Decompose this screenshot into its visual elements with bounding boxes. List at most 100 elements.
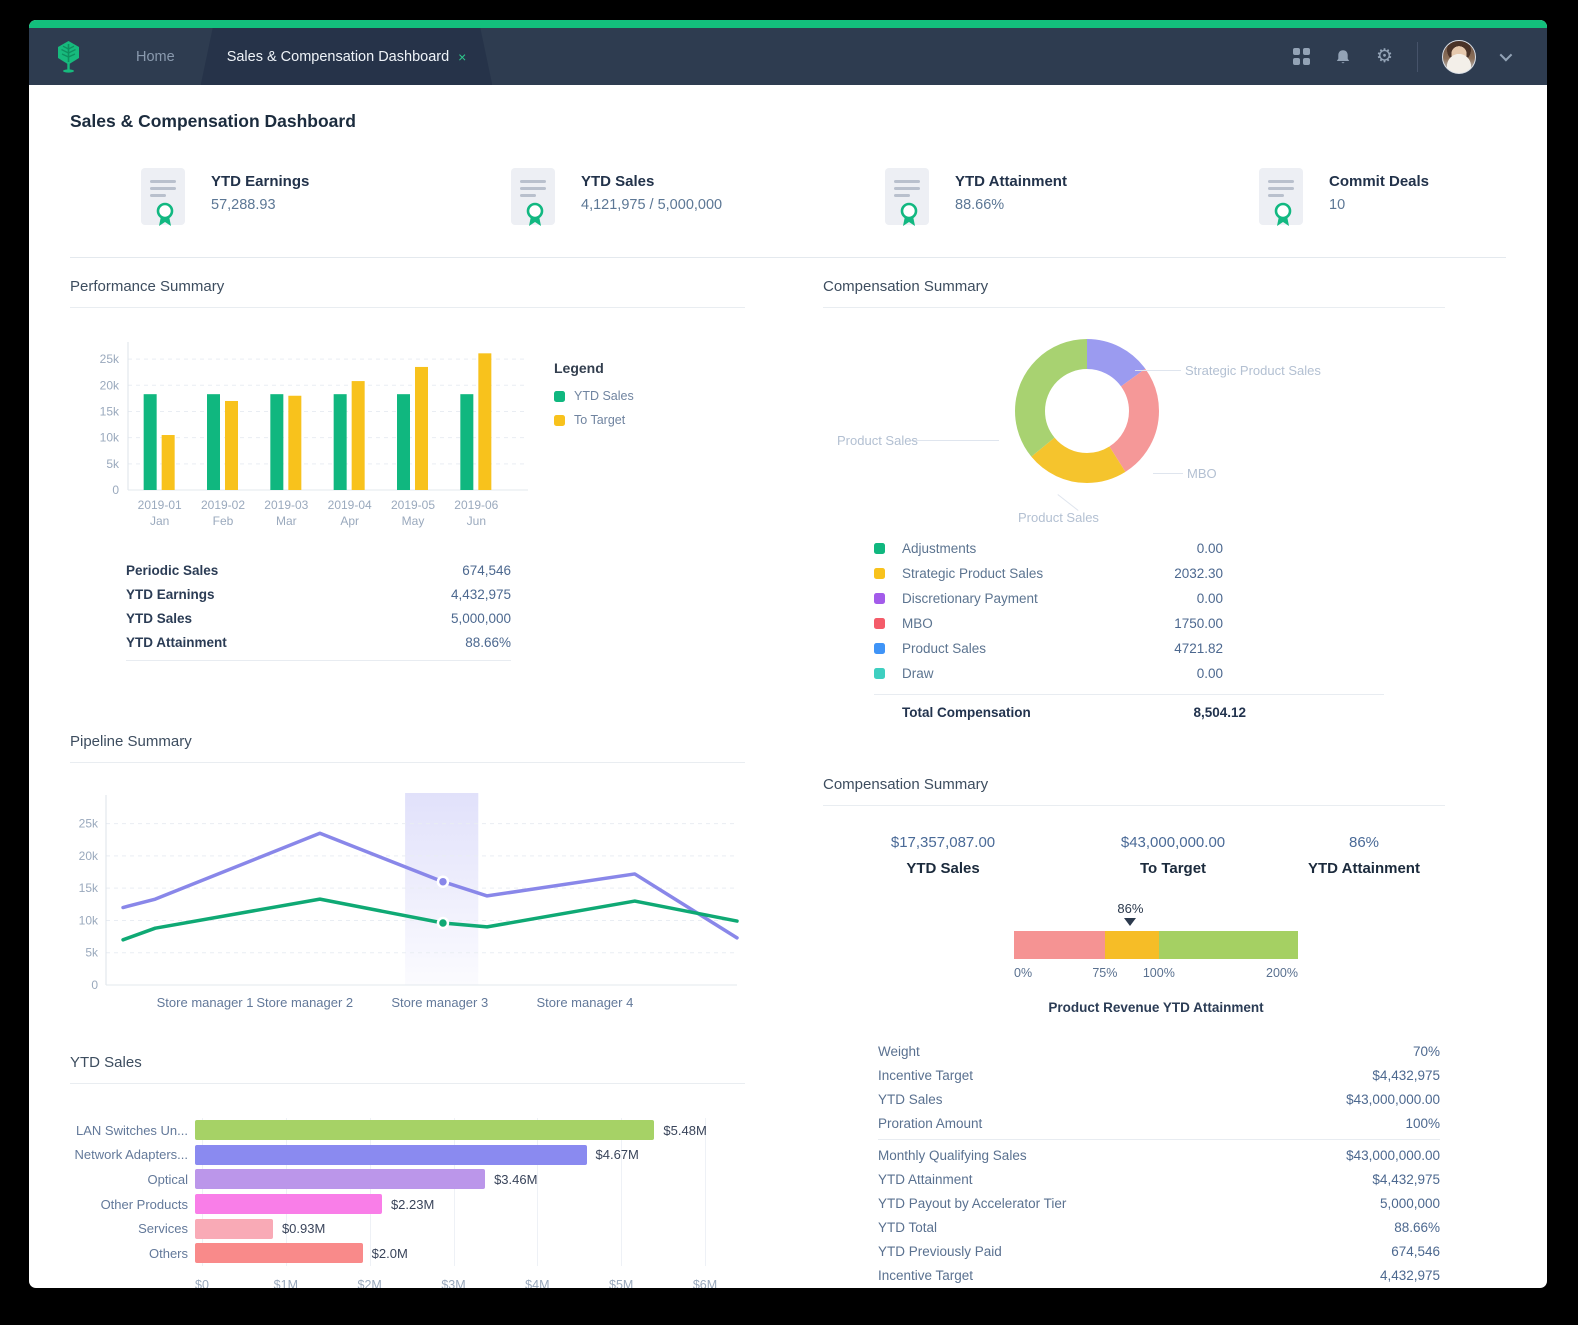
legend-item-ytd-sales[interactable]: YTD Sales [554, 389, 634, 403]
ytd-sales-bar-chart[interactable]: LAN Switches Un... $5.48M Network Adapters… [70, 1118, 745, 1288]
gauge-marker-label: 86% [1117, 901, 1144, 916]
legend-value: 0.00 [1196, 666, 1223, 681]
compensation-donut-chart[interactable] [1002, 326, 1172, 496]
total-label: Total Compensation [902, 705, 1031, 720]
gear-icon[interactable]: ⚙ [1376, 47, 1393, 66]
bar-to-target [415, 366, 428, 490]
svg-text:20k: 20k [79, 849, 99, 863]
bar[interactable] [195, 1218, 273, 1239]
svg-text:Store manager 4: Store manager 4 [537, 995, 634, 1010]
kpi-value: 10 [1329, 197, 1346, 213]
bar-to-target [161, 435, 175, 490]
bar[interactable] [195, 1144, 587, 1165]
nav-tab-active[interactable]: Sales & Compensation Dashboard × [201, 28, 493, 85]
apps-grid-icon[interactable] [1293, 48, 1310, 65]
user-avatar[interactable] [1442, 39, 1476, 74]
donut-callout: Product Sales [1018, 510, 1099, 525]
row-label: YTD Earnings [126, 586, 215, 602]
donut-callout: Product Sales [837, 433, 918, 448]
kpi-card: YTD Sales 4,121,975 / 5,000,000 [429, 168, 788, 226]
performance-bar-chart[interactable]: 0 5k 10k 15k 20k 25k 2019-01 Jan 2019-02 Feb 2019-… [70, 334, 540, 542]
row-label: YTD Payout by Accelerator Tier [878, 1196, 1067, 1211]
kpi-row: YTD Earnings 57,288.93 YTD Sales 4,121,975 … [70, 168, 1506, 258]
svg-text:0: 0 [91, 978, 98, 992]
row-label: Proration Amount [878, 1115, 983, 1131]
bar-to-target [288, 395, 302, 490]
bar-row: Optical $3.46M [70, 1167, 745, 1192]
row-value: $4,432,975 [1372, 1067, 1440, 1083]
app-window: Home Sales & Compensation Dashboard × ⚙ … [29, 20, 1547, 1288]
section-ytd-sales: YTD Sales LAN Switches Un... $5.48M Networ… [70, 1054, 745, 1288]
gauge-caption: Product Revenue YTD Attainment [1048, 1000, 1264, 1015]
stat-to-target: $43,000,000.00 To Target [1063, 834, 1283, 877]
stat-label: YTD Attainment [1308, 860, 1420, 877]
svg-text:15k: 15k [79, 881, 99, 895]
bar-to-target [351, 381, 365, 490]
app-logo[interactable] [29, 28, 110, 85]
nav-item-home[interactable]: Home [110, 28, 201, 85]
bar-ytd-sales [143, 394, 157, 490]
stat-label: YTD Sales [906, 860, 980, 877]
stat-label: To Target [1139, 860, 1207, 877]
bar-category-label: LAN Switches Un... [76, 1122, 188, 1138]
bar-row: LAN Switches Un... $5.48M [70, 1118, 745, 1143]
legend-label: MBO [902, 616, 933, 631]
gauge-segment [1104, 931, 1159, 959]
page-title: Sales & Compensation Dashboard [70, 111, 356, 131]
row-label: Incentive Target [878, 1268, 974, 1283]
legend-swatch [874, 643, 885, 654]
row-value: 88.66% [1394, 1220, 1440, 1235]
gauge-bar [1014, 931, 1298, 959]
svg-text:Store manager 2: Store manager 2 [256, 995, 353, 1010]
tree-logo-icon [58, 41, 79, 73]
stat-value: $17,357,087.00 [890, 834, 996, 851]
kpi-label: Commit Deals [1329, 173, 1430, 190]
bar-ytd-sales [397, 394, 410, 490]
legend-label: Strategic Product Sales [902, 566, 1044, 581]
table-row: Incentive Target $4,432,975 [878, 1063, 1440, 1087]
section-pipeline-summary: Pipeline Summary 0 5k 10k 15k 20k 25k Store ma… [70, 733, 745, 1032]
legend-label: Discretionary Payment [902, 591, 1038, 606]
bar[interactable] [195, 1194, 382, 1215]
bar[interactable] [195, 1120, 655, 1141]
compensation-legend-table: Adjustments 0.00 Strategic Product Sales 20… [823, 536, 1223, 686]
callout-line [1057, 494, 1079, 511]
tab-close-icon[interactable]: × [458, 49, 466, 65]
hbar-axis: $0 $1M $2M $3M $4M $5M $6M [195, 1277, 718, 1288]
legend-swatch [874, 668, 885, 679]
bar-value-label: $2.23M [390, 1196, 435, 1212]
bar-category-label: Optical [147, 1171, 188, 1187]
kpi-card: YTD Attainment 88.66% [788, 168, 1147, 226]
legend-label: Product Sales [902, 641, 987, 656]
bar[interactable] [195, 1243, 363, 1264]
row-label: YTD Previously Paid [878, 1244, 1002, 1259]
chevron-down-icon[interactable] [1499, 48, 1513, 62]
bar-value-label: $5.48M [663, 1122, 707, 1138]
section-title: Performance Summary [70, 278, 745, 308]
table-row: Monthly Qualifying Sales $43,000,000.00 [878, 1139, 1440, 1168]
brand-accent-strip [29, 20, 1547, 28]
svg-text:5k: 5k [85, 946, 99, 960]
row-value: $43,000,000.00 [1346, 1091, 1440, 1107]
bar[interactable] [195, 1169, 486, 1190]
document-award-icon [141, 168, 185, 226]
svg-text:2019-06: 2019-06 [454, 498, 498, 512]
gauge-segment [1158, 931, 1298, 959]
svg-text:20k: 20k [100, 378, 120, 392]
pipeline-line-chart[interactable]: 05k10k15k20k25kStore manager 1 Store mana… [70, 787, 745, 1027]
gauge-marker-arrow-icon [1124, 918, 1137, 926]
total-value: 8,504.12 [1193, 705, 1246, 720]
bell-icon[interactable] [1334, 48, 1352, 65]
bar-ytd-sales [207, 394, 220, 490]
legend-row: MBO 1750.00 [874, 611, 1223, 636]
section-title: YTD Sales [70, 1054, 745, 1084]
callout-line [911, 440, 999, 441]
table-row: YTD Previously Paid 674,546 [878, 1240, 1440, 1264]
donut-chart-area[interactable]: Strategic Product Sales MBO Product Sale… [823, 316, 1445, 528]
legend-value: 1750.00 [1174, 616, 1223, 631]
row-label: YTD Sales [126, 610, 193, 626]
legend-swatch [874, 618, 885, 629]
row-label: Periodic Sales [126, 562, 219, 578]
row-label: Incentive Target [878, 1067, 974, 1083]
legend-item-to-target[interactable]: To Target [554, 413, 634, 427]
